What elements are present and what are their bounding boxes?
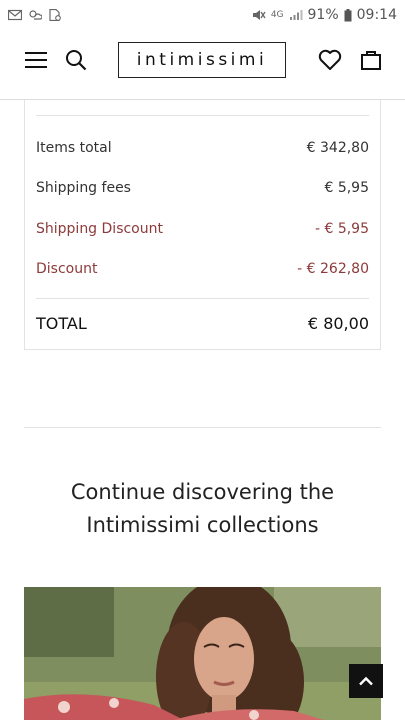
total-row: TOTAL € 80,00 <box>36 311 369 335</box>
discount-row: Discount - € 262,80 <box>36 257 369 281</box>
total-label: TOTAL <box>36 313 87 333</box>
discount-value: - € 262,80 <box>297 261 369 277</box>
section-divider <box>24 427 381 428</box>
status-bar: 4G 91% 09:14 <box>0 0 405 30</box>
discover-heading-line1: Continue discovering the <box>70 480 335 504</box>
battery-percent: 91% <box>307 7 339 23</box>
status-right: 4G 91% 09:14 <box>252 7 397 23</box>
shipping-discount-label: Shipping Discount <box>36 221 163 237</box>
back-to-top-button[interactable] <box>349 664 383 698</box>
items-total-row: Items total € 342,80 <box>36 136 369 160</box>
status-time: 09:14 <box>356 7 397 23</box>
discount-label: Discount <box>36 261 98 277</box>
shipping-fees-label: Shipping fees <box>36 180 131 196</box>
file-sync-icon <box>49 9 61 21</box>
gmail-icon <box>8 9 22 21</box>
search-button[interactable] <box>62 46 90 74</box>
total-value: € 80,00 <box>307 313 369 333</box>
battery-icon <box>344 8 352 21</box>
site-header: intimissimi <box>0 30 405 100</box>
signal-icon <box>289 10 303 20</box>
divider <box>36 115 369 116</box>
shipping-discount-row: Shipping Discount - € 5,95 <box>36 217 369 241</box>
order-summary: Items total € 342,80 Shipping fees € 5,9… <box>24 100 381 350</box>
search-icon <box>66 50 87 71</box>
weather-icon <box>29 10 42 20</box>
discover-heading: Continue discovering the Intimissimi col… <box>0 476 405 542</box>
brand-logo[interactable]: intimissimi <box>118 42 286 78</box>
items-total-label: Items total <box>36 140 112 156</box>
chevron-up-icon <box>359 676 373 686</box>
hamburger-icon <box>25 52 47 68</box>
status-left <box>8 9 62 21</box>
model-photo <box>24 587 381 720</box>
shipping-fees-row: Shipping fees € 5,95 <box>36 176 369 200</box>
heart-icon <box>318 49 342 70</box>
items-total-value: € 342,80 <box>306 140 369 156</box>
shopping-bag-icon <box>361 51 381 70</box>
wishlist-button[interactable] <box>316 46 344 74</box>
discover-heading-line2: Intimissimi collections <box>86 513 319 537</box>
shipping-discount-value: - € 5,95 <box>314 221 369 237</box>
collection-hero-image[interactable] <box>24 587 381 720</box>
menu-button[interactable] <box>22 46 50 74</box>
shipping-fees-value: € 5,95 <box>324 180 369 196</box>
cart-button[interactable] <box>357 46 385 74</box>
network-label: 4G <box>270 10 284 20</box>
divider <box>36 298 369 299</box>
mute-icon <box>252 10 266 20</box>
